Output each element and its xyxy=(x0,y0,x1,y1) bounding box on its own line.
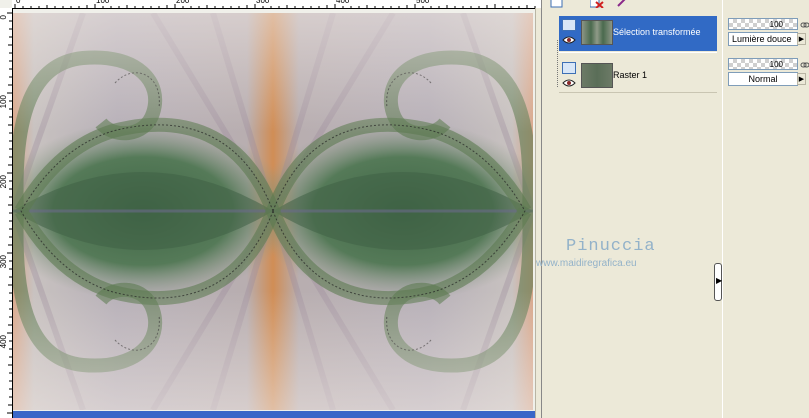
ruler-label: 500 xyxy=(416,0,430,5)
ruler-label: 0 xyxy=(0,15,8,20)
watermark-name: Pinuccia xyxy=(566,237,656,256)
chevron-right-icon[interactable]: ▶ xyxy=(797,33,806,45)
palette-collapse-handle[interactable]: ▶ xyxy=(714,263,722,301)
ruler-label: 400 xyxy=(336,0,350,5)
eye-icon[interactable] xyxy=(562,36,576,44)
layer-properties-column: 100 Lumière douce ▶ 100 Normal ▶ xyxy=(722,0,809,418)
watermark-url: www.maidiregrafica.eu xyxy=(536,258,637,269)
ruler-horizontal: 0 100 200 300 400 500 xyxy=(12,0,541,9)
opacity-slider[interactable]: 100 xyxy=(728,58,798,70)
layer-properties-selection: 100 Lumière douce ▶ xyxy=(728,18,809,54)
ruler-label: 0 xyxy=(16,0,21,5)
chevron-right-icon[interactable]: ▶ xyxy=(797,73,806,85)
eye-icon[interactable] xyxy=(562,79,576,87)
chain-icon[interactable] xyxy=(800,20,809,30)
ruler-label: 200 xyxy=(0,175,8,189)
layer-row-selection[interactable]: Sélection transformée xyxy=(545,13,717,51)
horizontal-scrollbar[interactable] xyxy=(13,411,538,418)
new-layer-icon[interactable] xyxy=(550,0,564,8)
blend-mode-select[interactable]: Lumière douce xyxy=(728,32,798,46)
delete-layer-icon[interactable] xyxy=(590,0,604,8)
ruler-vertical: 0 100 200 300 400 xyxy=(0,8,13,418)
layer-separator xyxy=(559,92,717,93)
layers-palette: Sélection transformée Raster 1 xyxy=(541,0,723,418)
layer-name: Raster 1 xyxy=(613,70,648,80)
layer-properties-raster: 100 Normal ▶ xyxy=(728,58,809,94)
ruler-ticks-vertical xyxy=(7,12,12,414)
opacity-slider[interactable]: 100 xyxy=(728,18,798,30)
ruler-label: 200 xyxy=(176,0,190,5)
ruler-label: 300 xyxy=(256,0,270,5)
layer-name-box[interactable]: Raster 1 xyxy=(559,59,717,94)
image-canvas[interactable] xyxy=(13,13,533,410)
ruler-label: 400 xyxy=(0,335,8,349)
layer-row-raster[interactable]: Raster 1 xyxy=(545,56,717,94)
layer-thumbnail xyxy=(581,63,613,88)
chain-icon[interactable] xyxy=(800,60,809,70)
properties-icon[interactable] xyxy=(616,0,630,8)
layer-name-box[interactable]: Sélection transformée xyxy=(559,16,717,51)
ruler-label: 300 xyxy=(0,255,8,269)
chevron-right-icon: ▶ xyxy=(716,276,723,285)
layer-name: Sélection transformée xyxy=(613,27,701,37)
layer-separator xyxy=(559,52,717,53)
ruler-label: 100 xyxy=(96,0,110,5)
canvas-area[interactable]: 0 100 200 300 400 500 0 100 200 300 400 xyxy=(0,0,541,418)
layer-thumbnail xyxy=(581,20,613,45)
ruler-ticks-horizontal xyxy=(14,4,536,8)
layer-type-icon xyxy=(562,19,576,31)
layers-toolbar xyxy=(542,0,723,10)
blend-mode-select[interactable]: Normal xyxy=(728,72,798,86)
layer-type-icon xyxy=(562,62,576,74)
ruler-label: 100 xyxy=(0,95,8,109)
